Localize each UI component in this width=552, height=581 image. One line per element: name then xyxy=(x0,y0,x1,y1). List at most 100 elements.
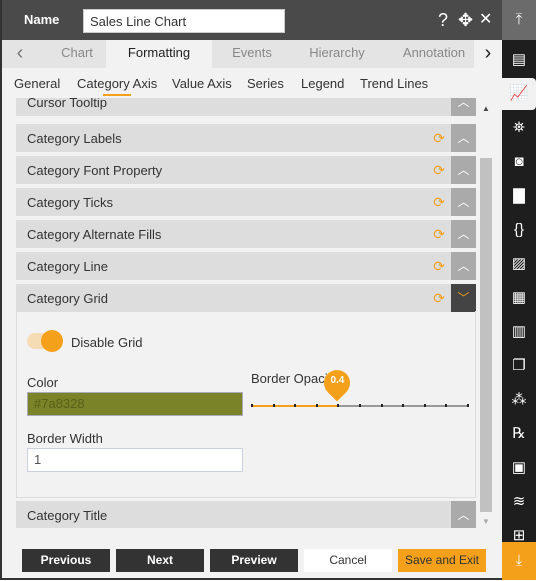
reset-icon[interactable]: ⟳ xyxy=(433,258,445,275)
cubes-icon[interactable]: ⁂ xyxy=(502,384,536,416)
tab-chart[interactable]: Chart xyxy=(42,40,112,68)
section-category-title[interactable]: Category Title ︿ xyxy=(16,501,476,528)
right-sidebar: ⤒ ▤ 📈 ⛯ ◙ ▇ {} ▨ ▦ ▥ ❐ ⁂ ℞ ▣ ≋ ⊞ ⤓ xyxy=(502,0,536,580)
copy-icon[interactable]: ❐ xyxy=(502,350,536,382)
slider-value: 0.4 xyxy=(330,375,345,386)
subtab-bar: General Category Axis Value Axis Series … xyxy=(2,68,482,98)
properties-panel: Name ? ✥ ✕ ‹ Chart Formatting Events Hie… xyxy=(0,0,505,580)
border-width-input[interactable]: 1 xyxy=(27,448,243,472)
tab-hierarchy[interactable]: Hierarchy xyxy=(292,40,382,68)
category-grid-body: Disable Grid Color #7a8328 Border Opacit… xyxy=(16,311,476,498)
section-label: Category Alternate Fills xyxy=(27,227,162,242)
scroll-thumb[interactable] xyxy=(480,158,492,512)
section-category-alternate-fills[interactable]: Category Alternate Fills ⟳ ︿ xyxy=(16,220,476,248)
section-label: Category Title xyxy=(27,508,108,523)
chevron-up-icon[interactable]: ︿ xyxy=(451,501,476,528)
subtab-legend[interactable]: Legend xyxy=(301,76,344,91)
section-category-labels[interactable]: Category Labels ⟳ ︿ xyxy=(16,124,476,152)
subtab-general[interactable]: General xyxy=(14,76,60,91)
tab-next-icon[interactable]: › xyxy=(474,40,502,68)
layout-icon[interactable]: ▦ xyxy=(502,282,536,314)
slider-tick xyxy=(251,404,253,407)
opacity-slider[interactable]: 0.4 xyxy=(251,364,469,407)
border-width-label: Border Width xyxy=(27,431,103,446)
tab-formatting[interactable]: Formatting xyxy=(106,40,212,68)
next-button[interactable]: Next xyxy=(116,549,204,572)
preview-button[interactable]: Preview xyxy=(210,549,298,572)
slider-tick xyxy=(337,404,340,407)
previous-button[interactable]: Previous xyxy=(22,549,110,572)
bar-chart-icon[interactable]: ▥ xyxy=(502,316,536,348)
color-input[interactable]: #7a8328 xyxy=(27,392,243,416)
slider-tick xyxy=(380,404,383,407)
close-icon[interactable]: ✕ xyxy=(479,10,492,30)
slider-tick xyxy=(402,404,405,407)
save-and-exit-button[interactable]: Save and Exit xyxy=(398,549,486,572)
slider-tick xyxy=(315,404,318,407)
tab-annotation[interactable]: Annotation xyxy=(394,40,474,68)
reset-icon[interactable]: ⟳ xyxy=(433,226,445,243)
tab-bar: ‹ Chart Formatting Events Hierarchy Anno… xyxy=(2,40,503,68)
tab-events[interactable]: Events xyxy=(212,40,292,68)
scroll-up-icon[interactable]: ▲ xyxy=(482,104,490,113)
reset-icon[interactable]: ⟳ xyxy=(433,130,445,147)
color-label: Color xyxy=(27,375,59,390)
toggle-knob xyxy=(41,330,63,352)
cancel-button[interactable]: Cancel xyxy=(304,549,392,572)
scrollbar[interactable]: ▲ ▼ xyxy=(479,100,493,528)
document-icon[interactable]: ▇ xyxy=(502,180,536,212)
section-cursor-tooltip[interactable]: Cursor Tooltip ︿ xyxy=(16,98,476,116)
chevron-up-icon[interactable]: ︿ xyxy=(451,98,476,116)
panel-header: Name ? ✥ ✕ xyxy=(2,0,505,40)
border-opacity-label: Border Opacity xyxy=(251,371,329,386)
reset-icon[interactable]: ⟳ xyxy=(433,194,445,211)
section-label: Category Line xyxy=(27,259,108,274)
section-category-font-property[interactable]: Category Font Property ⟳ ︿ xyxy=(16,156,476,184)
section-category-ticks[interactable]: Category Ticks ⟳ ︿ xyxy=(16,188,476,216)
chevron-up-icon[interactable]: ︿ xyxy=(451,220,476,248)
slider-tick xyxy=(294,404,297,407)
report-icon[interactable]: ◙ xyxy=(502,146,536,178)
chevron-up-icon[interactable]: ︿ xyxy=(451,188,476,216)
image-icon[interactable]: ▨ xyxy=(502,248,536,280)
slider-tick xyxy=(423,404,426,407)
formula-icon[interactable]: ℞ xyxy=(502,418,536,450)
line-chart-icon[interactable]: 📈 xyxy=(502,78,536,110)
section-category-line[interactable]: Category Line ⟳ ︿ xyxy=(16,252,476,280)
save-icon[interactable]: ▣ xyxy=(502,452,536,484)
disable-grid-toggle[interactable] xyxy=(27,330,63,352)
section-label: Category Grid xyxy=(27,291,108,306)
section-category-grid[interactable]: Category Grid ⟳ ﹀ xyxy=(16,284,476,312)
name-label: Name xyxy=(24,12,60,27)
section-label: Category Ticks xyxy=(27,195,113,210)
braces-icon[interactable]: {} xyxy=(502,214,536,246)
section-label: Category Labels xyxy=(27,131,122,146)
tab-prev-icon[interactable]: ‹ xyxy=(10,40,30,68)
slider-tick xyxy=(467,404,469,407)
section-label: Category Font Property xyxy=(27,163,163,178)
layers-icon[interactable]: ≋ xyxy=(502,486,536,518)
section-label: Cursor Tooltip xyxy=(27,98,107,110)
name-input[interactable] xyxy=(83,9,285,33)
table-icon[interactable]: ▤ xyxy=(502,44,536,76)
collapse-bottom-icon[interactable]: ⤓ xyxy=(502,542,536,580)
subtab-value-axis[interactable]: Value Axis xyxy=(172,76,232,91)
subtab-category-axis[interactable]: Category Axis xyxy=(77,76,157,96)
reset-icon[interactable]: ⟳ xyxy=(433,162,445,179)
slider-tick xyxy=(272,404,275,407)
move-icon[interactable]: ✥ xyxy=(458,10,473,30)
reset-icon[interactable]: ⟳ xyxy=(433,290,445,307)
collapse-top-icon[interactable]: ⤒ xyxy=(502,0,536,40)
slider-tick xyxy=(359,404,361,407)
slider-tick xyxy=(445,404,448,407)
chevron-up-icon[interactable]: ︿ xyxy=(451,156,476,184)
scroll-down-icon[interactable]: ▼ xyxy=(482,517,490,526)
chevron-up-icon[interactable]: ︿ xyxy=(451,252,476,280)
disable-grid-label: Disable Grid xyxy=(71,335,143,350)
help-icon[interactable]: ? xyxy=(438,10,448,30)
subtab-trend-lines[interactable]: Trend Lines xyxy=(360,76,428,91)
subtab-series[interactable]: Series xyxy=(247,76,284,91)
map-icon[interactable]: ⛯ xyxy=(502,112,536,144)
chevron-up-icon[interactable]: ︿ xyxy=(451,124,476,152)
chevron-down-icon[interactable]: ﹀ xyxy=(451,284,476,312)
